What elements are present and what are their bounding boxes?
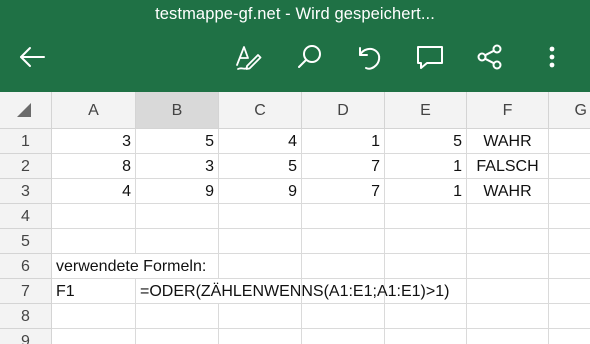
column-header-c[interactable]: C <box>219 92 302 129</box>
cell-d8[interactable] <box>302 304 385 329</box>
cell-b5[interactable] <box>136 229 219 254</box>
cell-e8[interactable] <box>385 304 467 329</box>
cell-c9[interactable] <box>219 329 302 344</box>
more-vert-icon <box>549 46 555 68</box>
cell-d3[interactable]: 7 <box>302 179 385 204</box>
draw-button[interactable] <box>230 39 266 75</box>
cell-b9[interactable] <box>136 329 219 344</box>
cell-f2[interactable]: FALSCH <box>467 154 549 179</box>
comment-icon <box>417 46 443 69</box>
cell-g9[interactable] <box>549 329 590 344</box>
cell-f5[interactable] <box>467 229 549 254</box>
cell-c4[interactable] <box>219 204 302 229</box>
more-options-button[interactable] <box>534 39 570 75</box>
cell-a4[interactable] <box>52 204 136 229</box>
cell-b4[interactable] <box>136 204 219 229</box>
cell-e4[interactable] <box>385 204 467 229</box>
row-header-9[interactable]: 9 <box>0 329 52 344</box>
column-header-g[interactable]: G <box>549 92 590 129</box>
column-header-d[interactable]: D <box>302 92 385 129</box>
cell-g8[interactable] <box>549 304 590 329</box>
cell-c2[interactable]: 5 <box>219 154 302 179</box>
cell-f9[interactable] <box>467 329 549 344</box>
cell-f4[interactable] <box>467 204 549 229</box>
column-header-b[interactable]: B <box>136 92 219 129</box>
column-header-a[interactable]: A <box>52 92 136 129</box>
cell-d5[interactable] <box>302 229 385 254</box>
cell-b3[interactable]: 9 <box>136 179 219 204</box>
cell-e6[interactable] <box>385 254 467 279</box>
cell-a5[interactable] <box>52 229 136 254</box>
cell-b2[interactable]: 3 <box>136 154 219 179</box>
cell-f3[interactable]: WAHR <box>467 179 549 204</box>
cell-a6[interactable]: verwendete Formeln: <box>52 254 206 279</box>
cell-e1[interactable]: 5 <box>385 129 467 154</box>
row-header-8[interactable]: 8 <box>0 304 52 329</box>
cell-e9[interactable] <box>385 329 467 344</box>
row-header-2[interactable]: 2 <box>0 154 52 179</box>
row-header-4[interactable]: 4 <box>0 204 52 229</box>
cell-g1[interactable] <box>549 129 590 154</box>
cell-g2[interactable] <box>549 154 590 179</box>
corner-triangle-icon <box>17 103 31 117</box>
column-header-e[interactable]: E <box>385 92 467 129</box>
cell-d9[interactable] <box>302 329 385 344</box>
cell-c8[interactable] <box>219 304 302 329</box>
draw-pen-icon <box>236 46 262 70</box>
cell-a2[interactable]: 8 <box>52 154 136 179</box>
undo-button[interactable] <box>352 39 388 75</box>
row-header-7[interactable]: 7 <box>0 279 52 304</box>
row-header-1[interactable]: 1 <box>0 129 52 154</box>
cell-d4[interactable] <box>302 204 385 229</box>
cell-d2[interactable]: 7 <box>302 154 385 179</box>
share-icon <box>477 44 502 70</box>
search-button[interactable] <box>292 39 328 75</box>
cell-c3[interactable]: 9 <box>219 179 302 204</box>
app-bar: testmappe-gf.net - Wird gespeichert... <box>0 0 590 92</box>
cell-g7[interactable] <box>549 279 590 304</box>
undo-icon <box>359 47 381 70</box>
cell-a7[interactable]: F1 <box>52 279 136 304</box>
cell-c5[interactable] <box>219 229 302 254</box>
cell-e2[interactable]: 1 <box>385 154 467 179</box>
cell-a1[interactable]: 3 <box>52 129 136 154</box>
cell-a8[interactable] <box>52 304 136 329</box>
cell-b1[interactable]: 5 <box>136 129 219 154</box>
cell-e3[interactable]: 1 <box>385 179 467 204</box>
row-header-5[interactable]: 5 <box>0 229 52 254</box>
cell-g3[interactable] <box>549 179 590 204</box>
cell-g6[interactable] <box>549 254 590 279</box>
cell-f1[interactable]: WAHR <box>467 129 549 154</box>
cell-e5[interactable] <box>385 229 467 254</box>
cell-f6[interactable] <box>467 254 549 279</box>
cell-b7[interactable]: =ODER(ZÄHLENWENNS(A1:E1;A1:E1)>1) <box>136 279 449 304</box>
column-header-f[interactable]: F <box>467 92 549 129</box>
cell-d6[interactable] <box>302 254 385 279</box>
cell-c6[interactable] <box>219 254 302 279</box>
search-icon <box>298 45 321 68</box>
cell-f7[interactable] <box>467 279 549 304</box>
cell-b8[interactable] <box>136 304 219 329</box>
share-button[interactable] <box>472 39 508 75</box>
cell-f8[interactable] <box>467 304 549 329</box>
back-arrow-icon <box>20 47 45 67</box>
cell-g5[interactable] <box>549 229 590 254</box>
cell-a3[interactable]: 4 <box>52 179 136 204</box>
cell-a9[interactable] <box>52 329 136 344</box>
select-all-corner[interactable] <box>0 92 52 129</box>
back-button[interactable] <box>14 39 50 75</box>
row-header-3[interactable]: 3 <box>0 179 52 204</box>
cell-d1[interactable]: 1 <box>302 129 385 154</box>
row-header-6[interactable]: 6 <box>0 254 52 279</box>
comment-button[interactable] <box>412 39 448 75</box>
spreadsheet-grid[interactable]: A B C D E F G 1 2 3 4 5 6 7 8 9 3 5 4 1 … <box>0 92 590 344</box>
cell-g4[interactable] <box>549 204 590 229</box>
cell-c1[interactable]: 4 <box>219 129 302 154</box>
document-title: testmappe-gf.net - Wird gespeichert... <box>155 5 435 23</box>
